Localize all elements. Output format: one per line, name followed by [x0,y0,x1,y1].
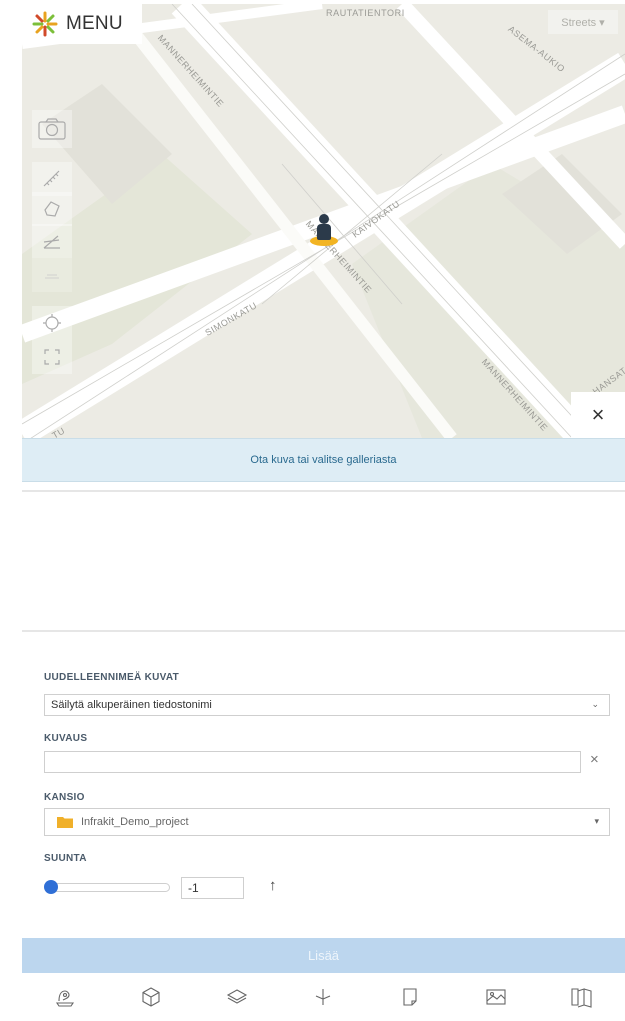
rename-select[interactable]: Säilytä alkuperäinen tiedostonimi ⌄ [44,694,610,716]
photo-prompt-bar[interactable]: Ota kuva tai valitse galleriasta [22,438,625,482]
caret-down-icon: ▾ [594,816,599,826]
slider-track [48,883,170,892]
camera-button[interactable] [32,110,72,148]
direction-slider[interactable] [44,878,174,898]
direction-value: -1 [188,881,199,895]
camera-icon [38,118,66,140]
person-icon [319,214,329,224]
nav-survey[interactable] [45,977,85,1017]
survey-icon [56,990,75,1007]
description-input[interactable] [44,751,581,773]
note-icon [403,988,417,1006]
nav-layers[interactable] [217,977,257,1017]
bottom-nav [22,973,625,1021]
measure-height-button[interactable] [32,258,72,292]
person-body [317,224,331,240]
locate-button[interactable] [32,306,72,340]
close-icon: × [591,402,605,427]
folder-icon [57,817,73,828]
angle-icon [43,235,60,249]
nav-map-book[interactable] [562,977,602,1017]
submit-label: Lisää [307,948,340,963]
nav-measure[interactable] [303,977,343,1017]
measure-angle-button[interactable] [32,224,72,258]
menu-button[interactable]: MENU [22,4,142,44]
snowflake-logo-icon [32,11,58,37]
nav-images[interactable] [476,977,516,1017]
nav-3d-model[interactable] [131,977,171,1017]
chevron-down-icon: ⌄ [591,699,599,709]
photo-prompt-text: Ota kuva tai valitse galleriasta [250,454,397,466]
image-preview-area [22,492,625,630]
height-icon [45,274,59,279]
street-label-rautatientori: RAUTATIENTORI [326,8,405,18]
direction-arrow-icon: ↑ [269,877,277,894]
preview-bottom-divider [22,630,625,632]
map-layer-selector[interactable]: Streets ▾ [548,10,618,34]
slider-thumb[interactable] [44,880,58,894]
direction-label: SUUNTA [44,853,87,864]
measure-line-button[interactable] [32,162,72,196]
direction-input[interactable]: -1 [181,877,244,899]
cube-icon [142,987,160,1007]
image-icon [486,989,506,1005]
layers-icon [227,989,248,1004]
fullscreen-icon [44,349,60,365]
menu-label: MENU [66,13,123,34]
submit-button[interactable]: Lisää [22,938,625,973]
map-view[interactable]: RAUTATIENTORI MANNERHEIMINTIE ASEMA-AUKI… [22,4,625,438]
description-label: KUVAUS [44,733,88,744]
measure-area-button[interactable] [32,192,72,226]
rename-select-value: Säilytä alkuperäinen tiedostonimi [51,699,212,711]
close-map-button[interactable]: × [571,392,625,438]
folder-select-value: Infrakit_Demo_project [81,816,189,828]
clear-description-icon[interactable]: × [590,751,599,768]
ruler-icon [43,170,60,187]
position-marker [308,212,340,248]
measure-icon [316,989,331,1005]
crosshair-icon [43,314,61,332]
nav-notes[interactable] [390,977,430,1017]
polygon-icon [44,201,60,217]
map-book-icon [571,988,592,1008]
folder-label: KANSIO [44,792,85,803]
fullscreen-button[interactable] [32,340,72,374]
rename-label: UUDELLEENNIMEÄ KUVAT [44,672,180,683]
folder-select[interactable]: Infrakit_Demo_project ▾ [44,808,610,836]
